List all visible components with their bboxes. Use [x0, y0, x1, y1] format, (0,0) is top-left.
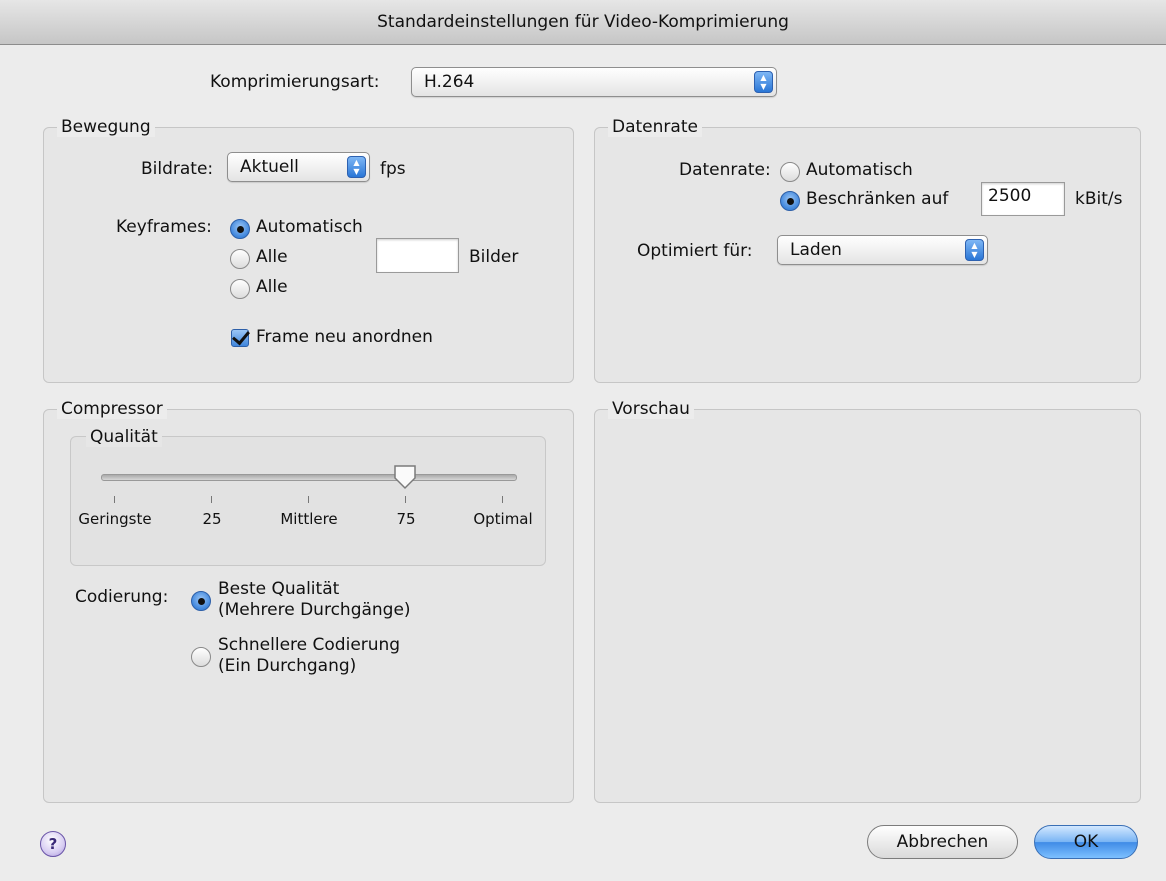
keyframe-automatic-label: Automatisch: [256, 217, 363, 237]
keyframes-label: Keyframes:: [116, 217, 212, 237]
popup-arrows-icon: ▲ ▼: [965, 239, 984, 261]
quality-slider-thumb[interactable]: [393, 464, 417, 490]
keyframe-automatic-radio[interactable]: [230, 219, 250, 239]
datarate-limit-radio[interactable]: [780, 191, 800, 211]
compressor-group-title: Compressor: [57, 399, 167, 419]
optimize-label: Optimiert für:: [637, 241, 753, 261]
keyframe-every-radio[interactable]: [230, 249, 250, 269]
keyframe-all-label: Alle: [256, 277, 288, 297]
keyframe-every-label: Alle: [256, 247, 288, 267]
encoding-fast-radio[interactable]: [191, 647, 211, 667]
datarate-limit-unit: kBit/s: [1075, 189, 1123, 209]
framerate-popup[interactable]: Aktuell ▲ ▼: [227, 152, 370, 182]
framerate-label: Bildrate:: [141, 159, 214, 179]
quality-tick-label: Geringste: [78, 510, 152, 528]
quality-tick-label: 75: [396, 510, 416, 528]
datarate-group-title: Datenrate: [608, 117, 702, 137]
cancel-button[interactable]: Abbrechen: [867, 825, 1018, 859]
keyframe-frames-input[interactable]: [376, 238, 459, 273]
quality-group-title: Qualität: [86, 427, 162, 447]
reorder-frames-checkbox[interactable]: [231, 329, 249, 347]
compression-type-value: H.264: [424, 72, 475, 92]
popup-arrows-icon: ▲ ▼: [347, 156, 366, 178]
framerate-unit: fps: [380, 159, 406, 179]
optimize-popup[interactable]: Laden ▲ ▼: [777, 235, 988, 265]
encoding-fast-label: Schnellere Codierung (Ein Durchgang): [218, 635, 400, 677]
quality-tick: [211, 496, 212, 503]
datarate-limit-input[interactable]: 2500: [981, 182, 1065, 216]
datarate-label: Datenrate:: [679, 160, 771, 180]
encoding-best-line2: (Mehrere Durchgänge): [218, 600, 411, 620]
encoding-fast-line1: Schnellere Codierung: [218, 635, 401, 655]
quality-tick-label: Optimal: [473, 510, 533, 528]
window-title: Standardeinstellungen für Video-Komprimi…: [0, 0, 1166, 45]
quality-slider-track[interactable]: [101, 474, 517, 481]
datarate-automatic-label: Automatisch: [806, 160, 913, 180]
compression-type-popup[interactable]: H.264 ▲ ▼: [411, 67, 777, 97]
compression-type-label: Komprimierungsart:: [210, 72, 380, 92]
quality-tick-label: 25: [202, 510, 222, 528]
framerate-value: Aktuell: [240, 157, 299, 177]
datarate-limit-label: Beschränken auf: [806, 189, 949, 209]
preview-group: [594, 409, 1141, 803]
encoding-fast-line2: (Ein Durchgang): [218, 656, 357, 676]
help-icon[interactable]: ?: [40, 831, 66, 857]
keyframe-all-radio[interactable]: [230, 279, 250, 299]
optimize-value: Laden: [790, 240, 842, 260]
dialog-body: Komprimierungsart: H.264 ▲ ▼ Bewegung Bil…: [0, 45, 1166, 881]
encoding-best-radio[interactable]: [191, 591, 211, 611]
quality-tick: [502, 496, 503, 503]
datarate-automatic-radio[interactable]: [780, 162, 800, 182]
preview-group-title: Vorschau: [608, 399, 694, 419]
encoding-best-line1: Beste Qualität: [218, 579, 340, 599]
quality-tick-label: Mittlere: [280, 510, 338, 528]
popup-arrows-icon: ▲ ▼: [754, 71, 773, 93]
quality-tick: [308, 496, 309, 503]
encoding-best-label: Beste Qualität (Mehrere Durchgänge): [218, 579, 411, 621]
quality-tick: [114, 496, 115, 503]
encoding-label: Codierung:: [75, 587, 169, 607]
motion-group-title: Bewegung: [57, 117, 155, 137]
keyframe-frames-unit: Bilder: [469, 247, 519, 267]
ok-button[interactable]: OK: [1034, 825, 1138, 859]
quality-tick: [405, 496, 406, 503]
reorder-frames-label: Frame neu anordnen: [256, 327, 433, 347]
